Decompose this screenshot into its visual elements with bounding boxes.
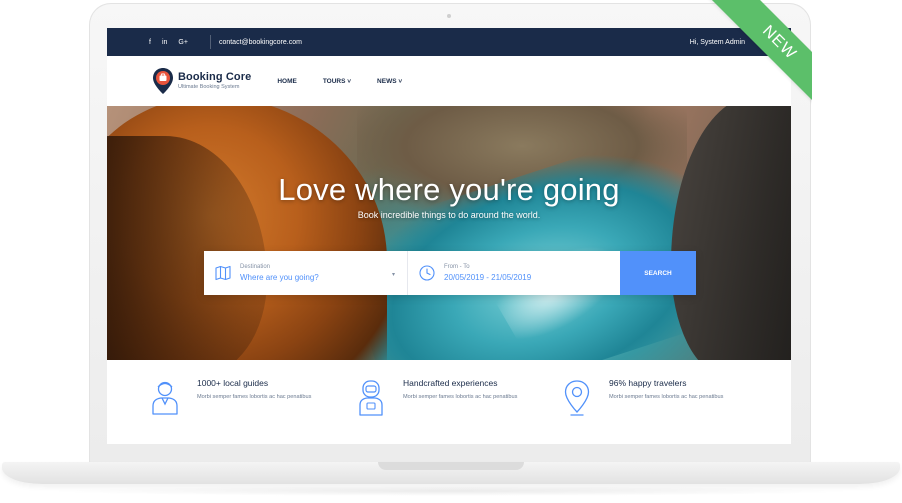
topbar: f in G+ contact@bookingcore.com Hi, Syst… [107, 28, 791, 56]
nav-news[interactable]: NEWS ˅ [377, 78, 402, 85]
screen: f in G+ contact@bookingcore.com Hi, Syst… [107, 28, 791, 444]
destination-label: Destination [240, 264, 271, 270]
camera-dot [447, 14, 451, 18]
feature-title: 96% happy travelers [609, 378, 687, 388]
date-field[interactable]: From - To 20/05/2019 - 21/05/2019 [408, 251, 620, 295]
feature-item: 1000+ local guides Morbi semper fames lo… [147, 378, 327, 418]
clock-icon [419, 265, 435, 281]
nav-menu: HOME TOURS ˅ NEWS ˅ [277, 78, 428, 85]
feature-body: Handcrafted experiences Morbi semper fam… [403, 378, 533, 418]
laptop-shadow [40, 486, 862, 496]
facebook-icon[interactable]: f [149, 39, 151, 46]
search-button[interactable]: SEARCH [620, 251, 696, 295]
feature-desc: Morbi semper fames lobortis ac hac penat… [197, 394, 312, 400]
brand: Booking Core Ultimate Booking System [178, 70, 252, 91]
social-links: f in G+ [149, 39, 188, 46]
feature-title: 1000+ local guides [197, 378, 269, 388]
new-badge: NEW [706, 0, 812, 115]
destination-input[interactable]: Where are you going? [240, 273, 319, 282]
feature-item: Handcrafted experiences Morbi semper fam… [353, 378, 533, 418]
laptop-notch [378, 462, 524, 470]
feature-body: 96% happy travelers Morbi semper fames l… [609, 378, 739, 418]
navbar: Booking Core Ultimate Booking System HOM… [107, 56, 791, 106]
date-range-input[interactable]: 20/05/2019 - 21/05/2019 [444, 273, 531, 282]
map-icon [215, 265, 231, 281]
location-pin-icon [564, 380, 590, 416]
destination-texts: Destination Where are you going? [240, 264, 319, 282]
feature-desc: Morbi semper fames lobortis ac hac penat… [403, 394, 518, 400]
logo[interactable]: Booking Core Ultimate Booking System [151, 67, 251, 95]
guide-icon [152, 381, 178, 415]
hero-bg-rock [671, 106, 791, 360]
feature-title: Handcrafted experiences [403, 378, 498, 388]
nav-tours[interactable]: TOURS ˅ [323, 78, 351, 85]
date-label: From - To [444, 264, 470, 270]
linkedin-icon[interactable]: in [162, 39, 167, 46]
hero-title: Love where you're going [278, 172, 620, 207]
new-ribbon: NEW [702, 0, 812, 115]
google-plus-icon[interactable]: G+ [178, 39, 188, 46]
brand-tagline: Ultimate Booking System [178, 83, 240, 90]
search-form: Destination Where are you going? ▾ From … [204, 251, 696, 295]
feature-body: 1000+ local guides Morbi semper fames lo… [197, 378, 327, 418]
contact-email[interactable]: contact@bookingcore.com [209, 35, 302, 49]
hero-banner: Love where you're going Book incredible … [107, 106, 791, 360]
astronaut-icon [359, 380, 383, 416]
hero-subtitle: Book incredible things to do around the … [357, 210, 541, 220]
features-section: 1000+ local guides Morbi semper fames lo… [107, 360, 791, 444]
logo-pin-icon [153, 68, 173, 94]
nav-home[interactable]: HOME [277, 78, 297, 85]
destination-field[interactable]: Destination Where are you going? ▾ [204, 251, 408, 295]
chevron-down-icon[interactable]: ▾ [392, 271, 395, 278]
feature-item: 96% happy travelers Morbi semper fames l… [559, 378, 739, 418]
date-texts: From - To 20/05/2019 - 21/05/2019 [444, 264, 531, 282]
brand-name: Booking Core [178, 70, 252, 83]
feature-desc: Morbi semper fames lobortis ac hac penat… [609, 394, 724, 400]
